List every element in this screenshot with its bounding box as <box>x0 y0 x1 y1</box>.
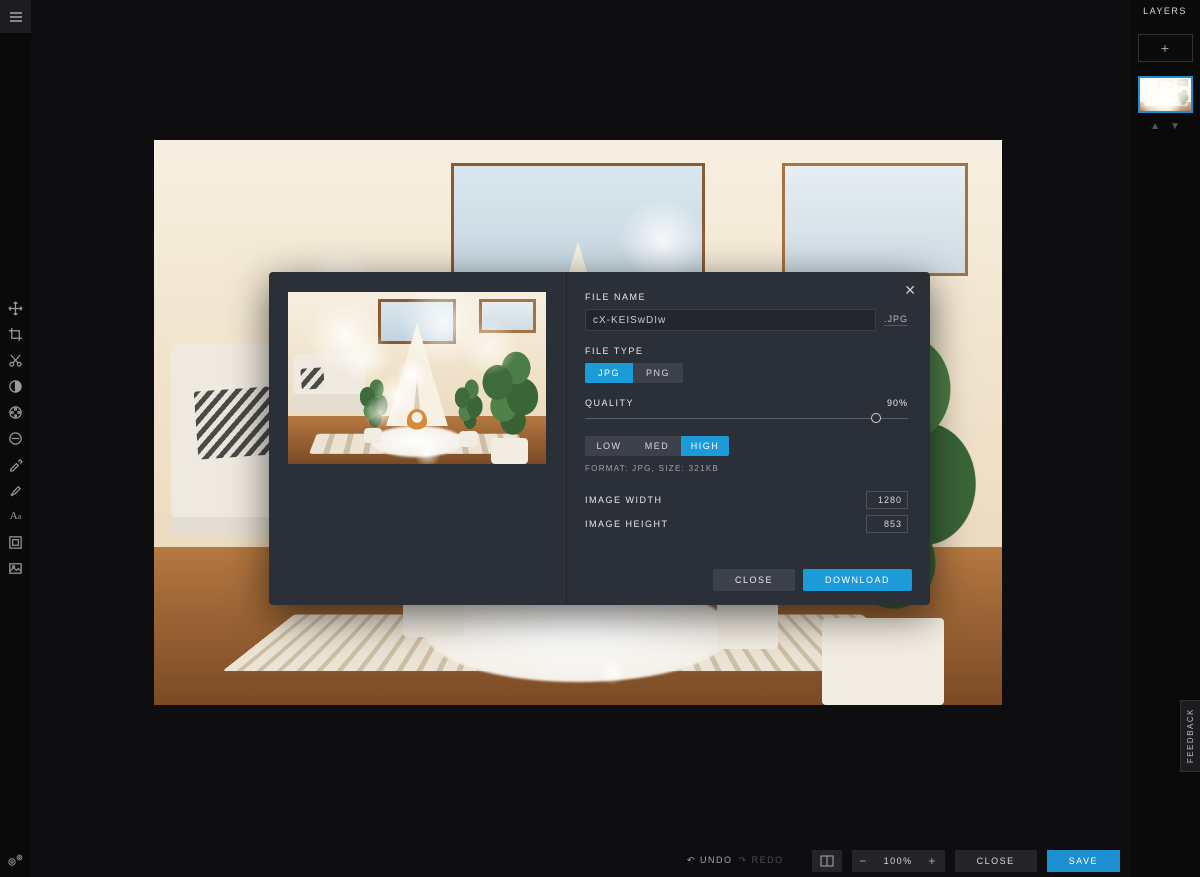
feedback-tab[interactable]: FEEDBACK <box>1180 700 1200 772</box>
file-name-input[interactable] <box>585 309 876 331</box>
redo-button: ↷ REDO <box>739 855 784 866</box>
gears-icon <box>7 853 25 867</box>
quality-med[interactable]: MED <box>633 436 681 456</box>
export-preview <box>288 292 546 464</box>
add-layer-button[interactable]: + <box>1138 34 1193 62</box>
shapes-tool[interactable] <box>0 534 31 550</box>
save-button[interactable]: SAVE <box>1047 850 1120 872</box>
left-toolbar: Aa <box>0 33 31 877</box>
modal-close-button[interactable]: CLOSE <box>713 569 795 591</box>
image-width-label: IMAGE WIDTH <box>585 495 663 505</box>
file-type-segmented: JPG PNG <box>585 363 908 383</box>
zoom-percent: 100% <box>876 856 921 866</box>
bottom-bar: ↶ UNDO ↷ REDO − 100% + CLOSE SAVE <box>31 844 1130 877</box>
export-meta: FORMAT: JPG, SIZE: 321KB <box>585 464 908 473</box>
zoom-out-button[interactable]: − <box>852 854 876 868</box>
quality-high[interactable]: HIGH <box>681 436 729 456</box>
layer-thumbnail[interactable] <box>1138 76 1193 113</box>
file-name-label: FILE NAME <box>585 292 908 302</box>
file-extension[interactable]: .JPG <box>884 314 908 326</box>
close-button[interactable]: CLOSE <box>955 850 1037 872</box>
crop-tool[interactable] <box>0 326 31 342</box>
quality-low[interactable]: LOW <box>585 436 633 456</box>
undo-button[interactable]: ↶ UNDO <box>687 855 733 866</box>
menu-icon <box>8 9 24 25</box>
file-type-jpg[interactable]: JPG <box>585 363 633 383</box>
zoom-control: − 100% + <box>852 850 945 872</box>
image-width-input[interactable] <box>866 491 908 509</box>
modal-close-icon[interactable]: ✕ <box>904 282 916 299</box>
cut-tool[interactable] <box>0 352 31 368</box>
image-height-input[interactable] <box>866 515 908 533</box>
feedback-label: FEEDBACK <box>1186 708 1195 763</box>
compare-button[interactable] <box>812 850 842 872</box>
text-tool[interactable]: Aa <box>0 508 31 524</box>
main-menu-button[interactable] <box>0 0 31 33</box>
quality-slider[interactable] <box>585 412 908 426</box>
vignette-tool[interactable] <box>0 430 31 446</box>
layer-down-button[interactable]: ▼ <box>1170 121 1180 132</box>
quality-percent: 90% <box>887 398 908 408</box>
image-tool[interactable] <box>0 560 31 576</box>
brush-tool[interactable] <box>0 482 31 498</box>
exposure-tool[interactable] <box>0 378 31 394</box>
quality-label: QUALITY <box>585 398 634 408</box>
layer-up-button[interactable]: ▲ <box>1150 121 1160 132</box>
settings-button[interactable] <box>0 850 31 870</box>
layers-title: LAYERS <box>1130 0 1200 34</box>
history-controls: ↶ UNDO ↷ REDO <box>687 855 784 866</box>
color-tool[interactable] <box>0 404 31 420</box>
file-type-png[interactable]: PNG <box>633 363 683 383</box>
file-type-label: FILE TYPE <box>585 346 908 356</box>
image-height-label: IMAGE HEIGHT <box>585 519 669 529</box>
download-button[interactable]: DOWNLOAD <box>803 569 912 591</box>
eyedropper-tool[interactable] <box>0 456 31 472</box>
quality-preset-segmented: LOW MED HIGH <box>585 436 908 456</box>
quality-slider-thumb[interactable] <box>871 413 881 423</box>
compare-icon <box>820 855 834 867</box>
move-tool[interactable] <box>0 300 31 316</box>
zoom-in-button[interactable]: + <box>921 854 945 868</box>
export-modal: ✕ FILE NAME .JPG FILE TYPE JPG PNG QUALI… <box>269 272 930 605</box>
